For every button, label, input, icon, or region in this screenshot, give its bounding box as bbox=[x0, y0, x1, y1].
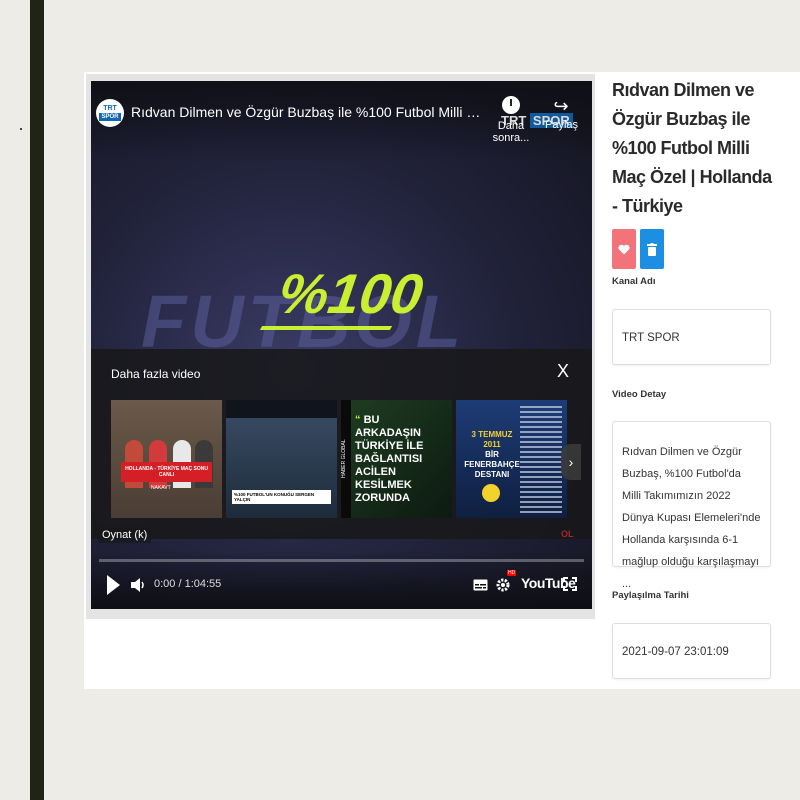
thumbnail-caption: %100 FUTBOL'UN KONUĞU SERGEN YALÇIN bbox=[232, 490, 331, 504]
progress-bar[interactable] bbox=[99, 559, 584, 562]
shared-date-label: Paylaşılma Tarihi bbox=[612, 590, 689, 601]
share-label: Paylaş bbox=[545, 119, 579, 131]
fullscreen-icon[interactable] bbox=[563, 577, 577, 591]
share-button[interactable]: ↪ Paylaş bbox=[545, 96, 579, 131]
watch-later-button[interactable]: Daha sonra... bbox=[483, 96, 539, 144]
channel-value-box: TRT SPOR bbox=[612, 309, 771, 365]
quote-text: BU ARKADAŞIN TÜRKİYE İLE BAĞLANTISI ACİL… bbox=[355, 414, 424, 504]
time-display: 0:00 / 1:04:55 bbox=[154, 578, 222, 590]
club-badge-icon bbox=[482, 484, 500, 502]
details-title-block: Rıdvan Dilmen ve Özgür Buzbaş ile %100 F… bbox=[612, 76, 772, 221]
hd-badge: HD bbox=[507, 570, 517, 576]
video-page-title: Rıdvan Dilmen ve Özgür Buzbaş ile %100 F… bbox=[612, 80, 772, 216]
heart-icon bbox=[618, 244, 630, 254]
thumbnail-quote: “ BU ARKADAŞIN TÜRKİYE İLE BAĞLANTISI AC… bbox=[355, 414, 425, 505]
play-hint-tooltip: Oynat (k) bbox=[98, 527, 152, 543]
thumbnail-sub: NAKAVT bbox=[151, 485, 171, 491]
video-detail-box: Rıdvan Dilmen ve Özgür Buzbaş, %100 Futb… bbox=[612, 421, 771, 590]
thumbnail-side-label: HABER GLOBAL bbox=[341, 400, 351, 518]
action-buttons bbox=[612, 229, 664, 269]
channel-logo[interactable]: TRT SPOR bbox=[96, 99, 124, 127]
delete-button[interactable] bbox=[640, 229, 664, 269]
video-thumbnail[interactable]: HABER GLOBAL “ BU ARKADAŞIN TÜRKİYE İLE … bbox=[341, 400, 452, 518]
left-edge-bar bbox=[30, 0, 44, 800]
video-thumbnail[interactable]: %100 FUTBOL'UN KONUĞU SERGEN YALÇIN bbox=[226, 400, 337, 518]
trash-icon bbox=[647, 242, 657, 256]
channel-label: Kanal Adı bbox=[612, 276, 656, 287]
clock-icon bbox=[502, 96, 520, 114]
video-title-link[interactable]: Rıdvan Dilmen ve Özgür Buzbaş ile %100 F… bbox=[131, 104, 481, 120]
thumbnail-banner: HOLLANDA - TÜRKİYE MAÇ SONU CANLI bbox=[121, 462, 212, 482]
settings-icon[interactable] bbox=[495, 577, 511, 593]
thumbnail-line3: DESTANI bbox=[474, 470, 510, 479]
volume-icon[interactable] bbox=[131, 577, 145, 593]
thumbnail-headline: 3 TEMMUZ 2011 BİR FENERBAHÇE DESTANI bbox=[462, 430, 522, 480]
quote-mark: “ bbox=[355, 414, 361, 426]
watch-later-label: Daha sonra... bbox=[492, 120, 530, 144]
video-thumbnail[interactable]: 3 TEMMUZ 2011 BİR FENERBAHÇE DESTANI bbox=[456, 400, 567, 518]
player-topbar: TRT SPOR Rıdvan Dilmen ve Özgür Buzbaş i… bbox=[91, 81, 592, 161]
play-icon[interactable] bbox=[107, 575, 120, 595]
chevron-right-icon[interactable]: › bbox=[561, 444, 581, 480]
video-player[interactable]: FUTBOL %100 TRT SPOR Rıdvan Dilmen ve Öz… bbox=[91, 81, 592, 609]
thumbnail-line2: BİR FENERBAHÇE bbox=[464, 450, 520, 469]
channel-logo-top: TRT bbox=[103, 105, 117, 112]
thumbnail-header-strip bbox=[226, 400, 337, 418]
like-button[interactable] bbox=[612, 229, 636, 269]
shared-date-box: 2021-09-07 23:01:09 bbox=[612, 623, 771, 679]
share-icon: ↪ bbox=[553, 96, 569, 116]
stray-dot bbox=[20, 128, 22, 130]
close-icon[interactable]: X bbox=[557, 361, 569, 382]
brand-logo-text: %100 bbox=[274, 262, 427, 325]
channel-logo-bottom: SPOR bbox=[99, 113, 121, 121]
brand-underline bbox=[259, 326, 393, 330]
more-videos-title: Daha fazla video bbox=[111, 367, 201, 381]
more-videos-list: HOLLANDA - TÜRKİYE MAÇ SONU CANLI NAKAVT… bbox=[111, 400, 567, 518]
subtitles-icon[interactable] bbox=[473, 579, 488, 591]
thumbnail-newspaper bbox=[520, 406, 562, 516]
video-thumbnail[interactable]: HOLLANDA - TÜRKİYE MAÇ SONU CANLI NAKAVT bbox=[111, 400, 222, 518]
more-videos-panel: Daha fazla video X HOLLANDA - TÜRKİYE MA… bbox=[91, 349, 592, 539]
thumbnail-date: 3 TEMMUZ 2011 bbox=[471, 430, 513, 449]
player-controls: 0:00 / 1:04:55 HD YouTube bbox=[91, 551, 592, 609]
ghost-brand-corner: OL bbox=[561, 529, 574, 539]
video-detail-label: Video Detay bbox=[612, 389, 667, 400]
